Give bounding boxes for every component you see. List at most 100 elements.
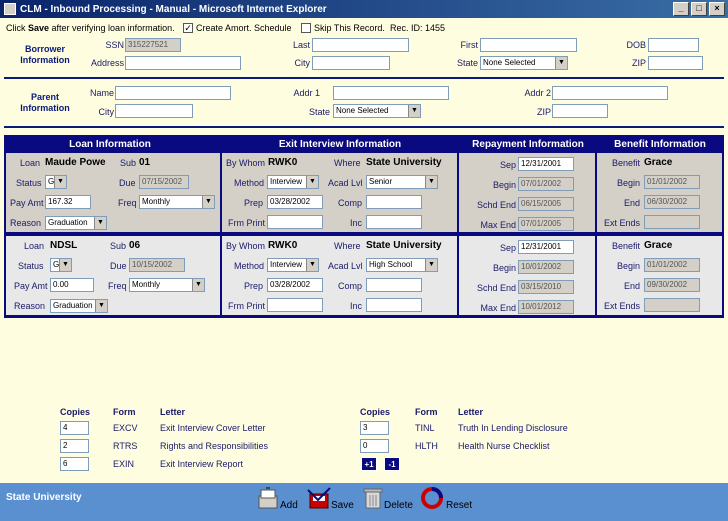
borrower-label-1: Borrower <box>24 44 65 54</box>
frm-print-field[interactable] <box>267 298 323 312</box>
close-button[interactable]: × <box>709 2 725 16</box>
copies-header-right: Copies <box>360 407 391 417</box>
benefit-begin-field[interactable]: 01/01/2002 <box>644 258 700 272</box>
where-label: Where <box>334 158 361 168</box>
instruction-pre: Click <box>6 23 28 33</box>
chevron-down-icon: ▼ <box>94 217 106 229</box>
parent-city-field[interactable] <box>115 104 193 118</box>
zip-field[interactable] <box>648 56 703 70</box>
parent-addr1-field[interactable] <box>333 86 449 100</box>
add-button[interactable]: Add <box>256 486 300 514</box>
borrower-label-2: Information <box>20 55 70 65</box>
comp-field[interactable] <box>366 278 422 292</box>
first-label: First <box>460 40 479 50</box>
schd-end-field[interactable]: 03/15/2010 <box>518 280 574 294</box>
parent-state-select[interactable]: None Selected ▼ <box>333 104 421 118</box>
parent-addr2-label: Addr 2 <box>524 88 551 98</box>
prep-field[interactable]: 03/28/2002 <box>267 278 323 292</box>
ssn-field[interactable]: 315227521 <box>125 38 181 52</box>
max-end-field[interactable]: 10/01/2012 <box>518 300 574 314</box>
freq-select[interactable]: Monthly ▼ <box>129 278 205 292</box>
record-id: Rec. ID: 1455 <box>390 23 446 33</box>
letter-name: Rights and Responsibilities <box>160 441 269 451</box>
schd-end-field[interactable]: 06/15/2005 <box>518 197 574 211</box>
acad-lvl-label: Acad Lvl <box>328 261 363 271</box>
by-whom-label: By Whom <box>226 241 266 251</box>
skip-checkbox[interactable] <box>301 23 311 33</box>
first-name-field[interactable] <box>480 38 577 52</box>
parent-name-field[interactable] <box>115 86 231 100</box>
last-name-field[interactable] <box>312 38 409 52</box>
sep-field[interactable]: 12/31/2001 <box>518 157 574 171</box>
method-select[interactable]: Interview ▼ <box>267 175 319 189</box>
comp-field[interactable] <box>366 195 422 209</box>
status-select[interactable]: G ▼ <box>45 175 67 189</box>
prep-field[interactable]: 03/28/2002 <box>267 195 323 209</box>
schd-end-label: Schd End <box>476 283 516 293</box>
benefit-begin-label: Begin <box>616 261 640 271</box>
sub-label: Sub <box>120 158 137 168</box>
copies-field[interactable]: 4 <box>60 421 89 435</box>
loan-value: Maude Powe <box>45 157 106 168</box>
pay-amt-field[interactable]: 0.00 <box>50 278 94 292</box>
decrement-copies-button[interactable]: -1 <box>384 457 400 471</box>
loan-label: Loan <box>20 158 41 168</box>
zip-label: ZIP <box>631 58 646 68</box>
ext-ends-field[interactable] <box>644 215 700 229</box>
due-field[interactable]: 07/15/2002 <box>139 175 189 189</box>
copies-field[interactable]: 0 <box>360 439 389 453</box>
max-end-field[interactable]: 07/01/2005 <box>518 217 574 231</box>
chevron-down-icon: ▼ <box>425 259 437 271</box>
pay-amt-field[interactable]: 167.32 <box>45 195 91 209</box>
reason-select[interactable]: Graduation ▼ <box>50 299 108 313</box>
exit-section-title: Exit Interview Information <box>278 139 402 150</box>
city-field[interactable] <box>312 56 390 70</box>
due-field[interactable]: 10/15/2002 <box>129 258 185 272</box>
acad-lvl-select[interactable]: High School ▼ <box>366 258 438 272</box>
copies-field[interactable]: 6 <box>60 457 89 471</box>
by-whom-value: RWK0 <box>268 157 298 168</box>
copies-field[interactable]: 3 <box>360 421 389 435</box>
parent-addr2-field[interactable] <box>552 86 668 100</box>
parent-label-2: Information <box>20 103 70 113</box>
letter-header-right: Letter <box>458 407 484 417</box>
parent-zip-field[interactable] <box>552 104 608 118</box>
dob-field[interactable] <box>648 38 699 52</box>
save-button[interactable]: Save <box>306 486 354 514</box>
copies-header-left: Copies <box>60 407 91 417</box>
app-icon <box>4 3 16 15</box>
state-select[interactable]: None Selected ▼ <box>480 56 568 70</box>
benefit-begin-field[interactable]: 01/01/2002 <box>644 175 700 189</box>
form-code: HLTH <box>415 441 438 451</box>
by-whom-value: RWK0 <box>268 240 298 251</box>
delete-button[interactable]: Delete <box>360 486 414 514</box>
reason-select[interactable]: Graduation ▼ <box>45 216 107 230</box>
form-code: RTRS <box>113 441 138 451</box>
reason-value: Graduation <box>48 218 88 227</box>
frm-print-field[interactable] <box>267 215 323 229</box>
benefit-end-field[interactable]: 09/30/2002 <box>644 278 700 292</box>
begin-field[interactable]: 07/01/2002 <box>518 177 574 191</box>
acad-lvl-select[interactable]: Senior ▼ <box>366 175 438 189</box>
where-label: Where <box>334 241 361 251</box>
instruction-post: after verifying loan information. <box>49 23 175 33</box>
max-end-label: Max End <box>480 220 516 230</box>
status-select[interactable]: G ▼ <box>50 258 72 272</box>
reset-button[interactable]: Reset <box>420 486 474 514</box>
method-select[interactable]: Interview ▼ <box>267 258 319 272</box>
increment-copies-button[interactable]: +1 <box>361 457 377 471</box>
inc-field[interactable] <box>366 298 422 312</box>
address-field[interactable] <box>125 56 241 70</box>
maximize-button[interactable]: □ <box>691 2 707 16</box>
copies-field[interactable]: 2 <box>60 439 89 453</box>
sep-field[interactable]: 12/31/2001 <box>518 240 574 254</box>
freq-select[interactable]: Monthly ▼ <box>139 195 215 209</box>
benefit-label: Benefit <box>611 241 640 251</box>
borrower-section-label: Borrower Information <box>10 44 80 66</box>
minimize-button[interactable]: _ <box>673 2 689 16</box>
inc-field[interactable] <box>366 215 422 229</box>
benefit-end-field[interactable]: 06/30/2002 <box>644 195 700 209</box>
ext-ends-field[interactable] <box>644 298 700 312</box>
amort-checkbox[interactable]: ✓ <box>183 23 193 33</box>
begin-field[interactable]: 10/01/2002 <box>518 260 574 274</box>
